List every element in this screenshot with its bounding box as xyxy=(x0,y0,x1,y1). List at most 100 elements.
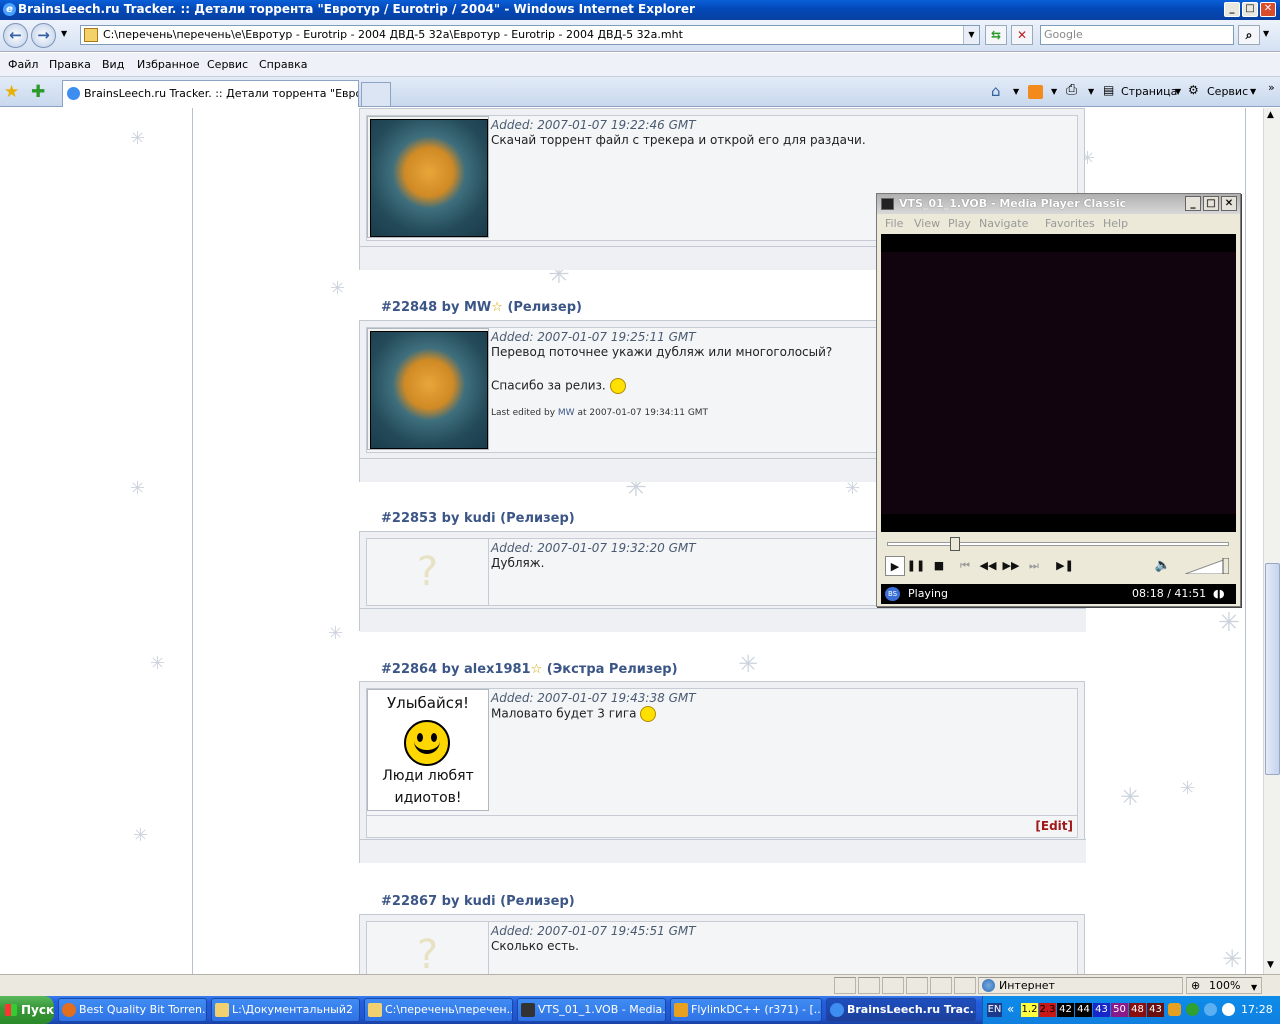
page-menu[interactable]: Страница xyxy=(1121,85,1177,98)
menu-help[interactable]: Справка xyxy=(259,58,307,71)
zoom-control[interactable]: ⊕ 100% ▼ xyxy=(1186,977,1262,994)
post-user[interactable]: MW xyxy=(464,300,491,315)
mpc-maximize-button[interactable]: □ xyxy=(1203,196,1219,211)
menu-file[interactable]: Файл xyxy=(8,58,38,71)
feeds-icon[interactable] xyxy=(1028,85,1043,99)
tools-menu[interactable]: Сервис xyxy=(1207,85,1248,98)
start-button[interactable]: Пуск xyxy=(0,996,54,1024)
mpc-menu-file[interactable]: File xyxy=(885,217,903,230)
mpc-seekbar[interactable] xyxy=(887,537,1229,551)
taskbar-button-flylink[interactable]: FlylinkDC++ (r371) - [... xyxy=(670,998,822,1022)
print-dropdown-icon[interactable]: ▼ xyxy=(1088,87,1094,96)
taskbar-button-ie[interactable]: BrainsLeech.ru Trac... xyxy=(826,998,976,1022)
new-tab-button[interactable] xyxy=(361,82,391,107)
post-user[interactable]: kudi xyxy=(464,511,496,526)
mpc-video-area[interactable] xyxy=(881,234,1236,532)
vertical-scrollbar[interactable]: ▲ ▼ xyxy=(1263,108,1280,974)
page-dropdown-icon[interactable]: ▼ xyxy=(1175,87,1181,96)
scroll-down-icon[interactable]: ▼ xyxy=(1267,960,1274,970)
media-player-window[interactable]: VTS_01_1.VOB - Media Player Classic _ □ … xyxy=(876,193,1241,607)
page-icon xyxy=(84,28,98,42)
tools-dropdown-icon[interactable]: ▼ xyxy=(1250,87,1256,96)
toolbar-chevron-icon[interactable]: » xyxy=(1268,81,1275,94)
post-number[interactable]: #22853 xyxy=(381,511,437,526)
tray-expand-icon[interactable]: « xyxy=(1007,1002,1014,1016)
tray-counter[interactable]: 48 xyxy=(1129,1003,1146,1017)
tray-icon[interactable] xyxy=(1222,1003,1235,1016)
home-dropdown-icon[interactable]: ▼ xyxy=(1013,87,1019,96)
back-button[interactable]: ← xyxy=(3,23,28,48)
mpc-menu-help[interactable]: Help xyxy=(1103,217,1128,230)
security-zone[interactable]: Интернет xyxy=(978,977,1183,994)
flylink-tray-icon[interactable] xyxy=(1168,1003,1181,1016)
taskbar-button-mpc[interactable]: VTS_01_1.VOB - Media... xyxy=(517,998,666,1022)
favorites-star-icon[interactable]: ★ xyxy=(4,82,19,102)
language-indicator[interactable]: EN xyxy=(987,1003,1002,1017)
menu-favorites[interactable]: Избранное xyxy=(137,58,199,71)
post-user[interactable]: kudi xyxy=(464,894,496,909)
refresh-button[interactable]: ⇆ xyxy=(985,25,1007,45)
network-tray-icon[interactable] xyxy=(1186,1003,1199,1016)
taskbar-button-folder[interactable]: C:\перечень\перечен... xyxy=(364,998,513,1022)
menu-tools[interactable]: Сервис xyxy=(207,58,248,71)
add-favorite-icon[interactable]: ✚ xyxy=(31,82,45,102)
pause-button[interactable]: ❚❚ xyxy=(906,556,926,576)
fast-forward-icon[interactable]: ▶▶ xyxy=(1001,556,1021,576)
feeds-dropdown-icon[interactable]: ▼ xyxy=(1051,87,1057,96)
scroll-thumb[interactable] xyxy=(1265,563,1280,775)
mpc-close-button[interactable]: ✕ xyxy=(1221,196,1237,211)
address-input[interactable]: C:\перечень\перечень\е\Евротур - Eurotri… xyxy=(80,25,980,45)
window-titlebar[interactable]: e BrainsLeech.ru Tracker. :: Детали торр… xyxy=(0,0,1280,20)
stop-button[interactable]: ■ xyxy=(929,556,949,576)
close-button[interactable]: ✕ xyxy=(1260,2,1276,17)
tray-counter[interactable]: 42 xyxy=(1057,1003,1074,1017)
volume-icon[interactable]: 🔈 xyxy=(1153,556,1173,576)
post-number[interactable]: #22867 xyxy=(381,894,437,909)
post-number[interactable]: #22864 xyxy=(381,662,437,677)
mpc-menu-view[interactable]: View xyxy=(914,217,940,230)
tray-counter[interactable]: 1.2 xyxy=(1021,1003,1038,1017)
mpc-minimize-button[interactable]: _ xyxy=(1185,196,1201,211)
home-icon[interactable]: ⌂ xyxy=(991,82,1001,100)
menu-view[interactable]: Вид xyxy=(102,58,124,71)
tray-counter[interactable]: 44 xyxy=(1075,1003,1092,1017)
play-button[interactable]: ▶ xyxy=(885,556,905,576)
clock[interactable]: 17:28 xyxy=(1241,1003,1273,1016)
taskbar-button-torrents[interactable]: Best Quality Bit Torren... xyxy=(58,998,207,1022)
tray-icon[interactable] xyxy=(1204,1003,1217,1016)
previous-icon[interactable]: ⏮ xyxy=(955,556,975,576)
edit-link[interactable]: [Edit] xyxy=(1035,819,1073,833)
frame-step-icon[interactable]: ▶❚ xyxy=(1055,556,1075,576)
next-icon[interactable]: ⏭ xyxy=(1024,556,1044,576)
mpc-menu-favorites[interactable]: Favorites xyxy=(1045,217,1095,230)
avatar-placeholder: ? xyxy=(367,539,489,605)
taskbar-button-folder[interactable]: L:\Документальный2 xyxy=(211,998,360,1022)
forward-button[interactable]: → xyxy=(31,23,56,48)
mpc-titlebar[interactable]: VTS_01_1.VOB - Media Player Classic _ □ … xyxy=(877,194,1240,214)
zoom-dropdown-icon[interactable]: ▼ xyxy=(1251,980,1257,995)
tab-brainsleech[interactable]: BrainsLeech.ru Tracker. :: Детали торрен… xyxy=(62,80,359,107)
minimize-button[interactable]: _ xyxy=(1224,2,1240,17)
rewind-icon[interactable]: ◀◀ xyxy=(978,556,998,576)
address-dropdown-icon[interactable]: ▼ xyxy=(963,26,979,44)
mpc-seek-thumb[interactable] xyxy=(950,537,960,551)
mpc-menu-play[interactable]: Play xyxy=(948,217,971,230)
tray-counter[interactable]: 43 xyxy=(1093,1003,1110,1017)
history-dropdown-icon[interactable]: ▼ xyxy=(61,29,67,38)
post-number[interactable]: #22848 xyxy=(381,300,437,315)
volume-slider[interactable] xyxy=(1185,558,1229,574)
tray-counter[interactable]: 2.3 xyxy=(1039,1003,1056,1017)
post-user[interactable]: alex1981 xyxy=(464,662,531,677)
search-input[interactable]: Google xyxy=(1040,25,1234,45)
menu-edit[interactable]: Правка xyxy=(49,58,91,71)
mpc-menu-navigate[interactable]: Navigate xyxy=(979,217,1028,230)
edited-user[interactable]: MW xyxy=(558,408,575,418)
search-icon[interactable]: ⌕ xyxy=(1238,25,1260,45)
print-icon[interactable]: ⎙ xyxy=(1066,82,1077,98)
tray-counter[interactable]: 43 xyxy=(1147,1003,1164,1017)
stop-button[interactable]: ✕ xyxy=(1011,25,1033,45)
search-options-icon[interactable]: ▼ xyxy=(1263,29,1269,38)
scroll-up-icon[interactable]: ▲ xyxy=(1267,110,1274,120)
tray-counter[interactable]: 50 xyxy=(1111,1003,1128,1017)
maximize-button[interactable]: □ xyxy=(1242,2,1258,17)
